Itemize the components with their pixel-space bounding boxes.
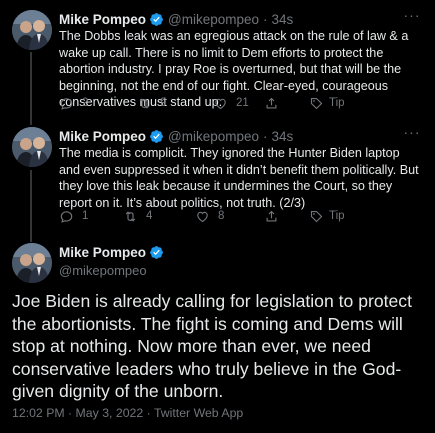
reply-button[interactable]: 2 [59,94,88,112]
tweet-header: Mike Pompeo @mikepompeo · 34s [59,10,293,28]
avatar[interactable] [12,127,52,167]
retweet-count: 9 [160,97,167,109]
author-handle[interactable]: @mikepompeo [59,263,168,278]
like-button[interactable]: 21 [213,94,249,112]
verified-icon [149,12,164,27]
tip-button[interactable]: Tip [309,94,345,112]
tweet-meta[interactable]: 12:02 PM · May 3, 2022 · Twitter Web App [12,406,243,420]
tip-label: Tip [329,210,345,222]
avatar[interactable] [12,10,52,50]
like-button[interactable]: 8 [195,207,224,225]
retweet-count: 4 [146,210,153,222]
author-name[interactable]: Mike Pompeo [59,129,146,144]
author-name-row: Mike Pompeo [59,243,168,261]
author-name[interactable]: Mike Pompeo [59,245,146,260]
share-button[interactable] [264,207,286,225]
reply-count: 1 [82,210,89,222]
retweet-icon [125,210,136,222]
main-tweet[interactable]: Mike Pompeo @mikepompeo Joe Biden is alr… [0,243,435,433]
share-button[interactable] [264,94,286,112]
avatar[interactable] [12,243,52,283]
reply-icon [60,97,73,110]
verified-icon [149,129,164,144]
tweet-text: The media is complicit. They ignored the… [59,146,419,210]
retweet-button[interactable]: 4 [123,207,152,225]
tweet-1[interactable]: Mike Pompeo @mikepompeo · 34s ··· The Do… [0,8,435,120]
reply-count: 2 [82,97,89,109]
like-icon [215,98,226,109]
author-block: Mike Pompeo @mikepompeo [59,243,168,278]
tweet-header: Mike Pompeo @mikepompeo · 34s [59,127,293,145]
tip-icon [310,210,323,222]
separator-dot: · [263,128,268,144]
like-count: 21 [236,97,249,109]
tip-label: Tip [329,97,345,109]
author-handle[interactable]: @mikepompeo [168,129,259,144]
verified-icon [149,245,164,260]
reply-icon [60,210,73,223]
share-icon [266,97,277,108]
timestamp[interactable]: 34s [272,129,294,144]
like-count: 8 [218,210,225,222]
more-icon[interactable]: ··· [403,125,421,145]
retweet-button[interactable]: 9 [137,94,166,112]
more-icon[interactable]: ··· [403,8,421,28]
author-handle[interactable]: @mikepompeo [168,12,259,27]
separator-dot: · [263,11,268,27]
author-name[interactable]: Mike Pompeo [59,12,146,27]
like-icon [197,211,208,222]
tip-button[interactable]: Tip [309,207,345,225]
retweet-icon [139,97,150,109]
action-bar: 2 9 21 Tip [59,94,419,112]
timestamp[interactable]: 34s [272,12,294,27]
tweet-2[interactable]: Mike Pompeo @mikepompeo · 34s ··· The me… [0,125,435,237]
share-icon [266,210,277,221]
action-bar: 1 4 8 Tip [59,207,419,225]
main-tweet-text: Joe Biden is already calling for legisla… [12,291,412,402]
tip-icon [310,97,323,109]
reply-button[interactable]: 1 [59,207,88,225]
